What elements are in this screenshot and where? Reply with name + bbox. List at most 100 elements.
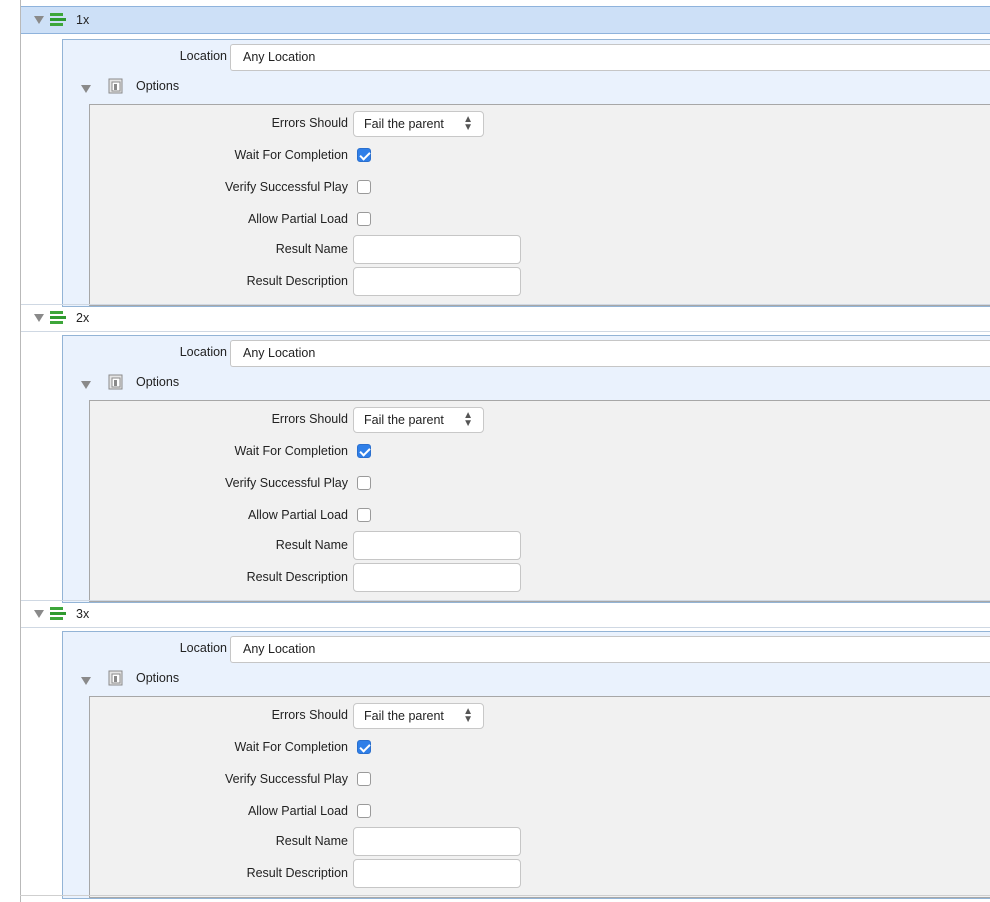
errors-select-value: Fail the parent [364, 413, 444, 427]
verify-checkbox[interactable] [357, 476, 371, 490]
result-name-label: Result Name [275, 538, 348, 552]
verify-label: Verify Successful Play [225, 180, 348, 194]
wait-checkbox[interactable] [357, 444, 371, 458]
location-row: Location Any Location [63, 636, 990, 663]
options-panel-icon [108, 374, 123, 390]
location-field[interactable]: Any Location [230, 340, 990, 367]
errors-row: Errors Should Fail the parent ▲ ▼ [90, 109, 990, 137]
group-header-2[interactable]: 2x [21, 304, 990, 332]
location-row: Location Any Location [63, 340, 990, 367]
errors-select-value: Fail the parent [364, 117, 444, 131]
errors-label: Errors Should [271, 412, 348, 426]
errors-select[interactable]: Fail the parent ▲ ▼ [353, 111, 484, 137]
wait-label: Wait For Completion [234, 740, 348, 754]
verify-label: Verify Successful Play [225, 772, 348, 786]
errors-row: Errors Should Fail the parent ▲ ▼ [90, 405, 990, 433]
group-panel-2: Location Any Location Options Errors Sho… [62, 335, 990, 603]
disclosure-triangle-icon[interactable] [32, 610, 46, 618]
options-panel-icon [108, 670, 123, 686]
result-name-input[interactable] [353, 827, 521, 856]
result-description-label: Result Description [246, 274, 348, 288]
options-label: Options [136, 375, 180, 389]
verify-checkbox[interactable] [357, 180, 371, 194]
wait-row: Wait For Completion [90, 141, 990, 169]
result-name-row: Result Name [90, 531, 990, 560]
result-name-label: Result Name [275, 242, 348, 256]
group-header-1[interactable]: 1x [21, 6, 990, 34]
errors-select-value: Fail the parent [364, 709, 444, 723]
up-down-arrows-icon: ▲ ▼ [463, 706, 473, 725]
disclosure-triangle-icon[interactable] [32, 314, 46, 322]
errors-label: Errors Should [271, 708, 348, 722]
result-description-input[interactable] [353, 859, 521, 888]
partial-checkbox[interactable] [357, 508, 371, 522]
result-description-input[interactable] [353, 267, 521, 296]
result-description-input[interactable] [353, 563, 521, 592]
stack-layers-icon [50, 13, 66, 26]
options-label: Options [136, 671, 180, 685]
options-row[interactable]: Options [63, 666, 990, 690]
options-box: Errors Should Fail the parent ▲ ▼ Wait For… [89, 400, 990, 602]
result-name-row: Result Name [90, 827, 990, 856]
partial-row: Allow Partial Load [90, 501, 990, 529]
partial-label: Allow Partial Load [247, 508, 348, 522]
options-row[interactable]: Options [63, 370, 990, 394]
verify-row: Verify Successful Play [90, 765, 990, 793]
result-name-row: Result Name [90, 235, 990, 264]
group-panel-1: Location Any Location Options Errors Sho… [62, 39, 990, 307]
wait-row: Wait For Completion [90, 733, 990, 761]
sequence-editor: 1x Location Any Location Options Errors … [0, 0, 990, 902]
location-field[interactable]: Any Location [230, 636, 990, 663]
group-title: 3x [76, 607, 90, 621]
disclosure-triangle-icon[interactable] [32, 16, 46, 24]
result-description-row: Result Description [90, 267, 990, 296]
location-label: Location [179, 345, 227, 359]
result-name-input[interactable] [353, 531, 521, 560]
group-title: 2x [76, 311, 90, 325]
disclosure-triangle-icon[interactable] [81, 82, 91, 96]
result-description-row: Result Description [90, 563, 990, 592]
group-header-3[interactable]: 3x [21, 600, 990, 628]
disclosure-triangle-icon[interactable] [81, 674, 91, 688]
verify-label: Verify Successful Play [225, 476, 348, 490]
bottom-divider [20, 895, 990, 896]
errors-select[interactable]: Fail the parent ▲ ▼ [353, 703, 484, 729]
up-down-arrows-icon: ▲ ▼ [463, 410, 473, 429]
options-box: Errors Should Fail the parent ▲ ▼ Wait For… [89, 104, 990, 306]
group-title: 1x [76, 13, 90, 27]
result-name-label: Result Name [275, 834, 348, 848]
stack-layers-icon [50, 311, 66, 324]
partial-row: Allow Partial Load [90, 205, 990, 233]
left-divider [20, 0, 21, 902]
location-field[interactable]: Any Location [230, 44, 990, 71]
options-panel-icon [108, 78, 123, 94]
result-description-row: Result Description [90, 859, 990, 888]
options-label: Options [136, 79, 180, 93]
verify-checkbox[interactable] [357, 772, 371, 786]
partial-row: Allow Partial Load [90, 797, 990, 825]
result-name-input[interactable] [353, 235, 521, 264]
errors-label: Errors Should [271, 116, 348, 130]
wait-checkbox[interactable] [357, 740, 371, 754]
errors-row: Errors Should Fail the parent ▲ ▼ [90, 701, 990, 729]
location-label: Location [179, 49, 227, 63]
wait-label: Wait For Completion [234, 444, 348, 458]
up-down-arrows-icon: ▲ ▼ [463, 114, 473, 133]
verify-row: Verify Successful Play [90, 469, 990, 497]
partial-checkbox[interactable] [357, 212, 371, 226]
location-row: Location Any Location [63, 44, 990, 71]
partial-label: Allow Partial Load [247, 804, 348, 818]
wait-label: Wait For Completion [234, 148, 348, 162]
stack-layers-icon [50, 607, 66, 620]
result-description-label: Result Description [246, 570, 348, 584]
verify-row: Verify Successful Play [90, 173, 990, 201]
result-description-label: Result Description [246, 866, 348, 880]
wait-checkbox[interactable] [357, 148, 371, 162]
group-panel-3: Location Any Location Options Errors Sho… [62, 631, 990, 899]
options-row[interactable]: Options [63, 74, 990, 98]
location-label: Location [179, 641, 227, 655]
errors-select[interactable]: Fail the parent ▲ ▼ [353, 407, 484, 433]
partial-label: Allow Partial Load [247, 212, 348, 226]
partial-checkbox[interactable] [357, 804, 371, 818]
disclosure-triangle-icon[interactable] [81, 378, 91, 392]
